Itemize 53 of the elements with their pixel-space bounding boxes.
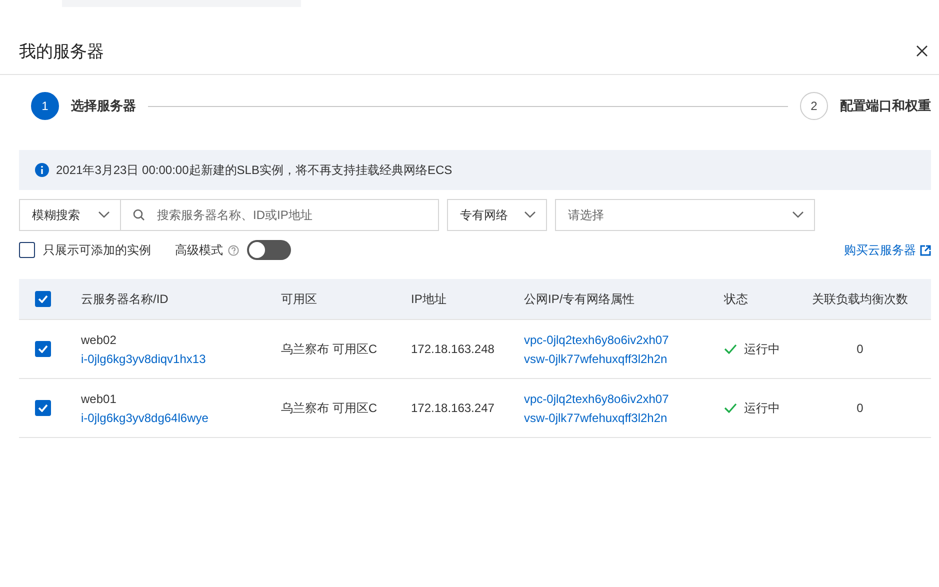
checkbox-label: 只展示可添加的实例 — [43, 242, 151, 258]
info-icon — [35, 163, 49, 177]
step-label: 配置端口和权重 — [840, 97, 931, 115]
ip-cell-text: 172.18.163.247 — [411, 401, 496, 415]
select-all-checkbox[interactable] — [35, 291, 51, 307]
vswitch-link[interactable]: vsw-0jlk77wfehuxqff3l2h2n — [524, 410, 724, 424]
ip-cell-text: 172.18.163.248 — [411, 342, 496, 356]
check-icon — [724, 403, 737, 413]
zone-cell-text: 乌兰察布 可用区C — [281, 400, 378, 416]
zone-cell-text: 乌兰察布 可用区C — [281, 340, 378, 358]
server-name: web02 — [81, 332, 118, 346]
checkmark-icon — [38, 404, 48, 412]
chevron-down-icon — [792, 211, 804, 219]
server-name: web01 — [81, 392, 118, 406]
close-button[interactable] — [914, 43, 930, 59]
column-header: 云服务器名称/ID — [81, 290, 170, 308]
checkbox[interactable] — [19, 242, 35, 258]
column-header: 关联负载均衡次数 — [812, 290, 908, 308]
select-dropdown[interactable]: 请选择 — [555, 199, 815, 231]
instance-id-link[interactable]: i-0jlg6kg3yv8diqv1hx13 — [81, 352, 281, 366]
row-checkbox[interactable] — [35, 341, 51, 357]
status-text: 运行中 — [744, 340, 780, 358]
notice-text: 2021年3月23日 00:00:00起新建的SLB实例，将不再支持挂载经典网络ECS — [56, 162, 452, 178]
dialog-title: 我的服务器 — [19, 40, 104, 62]
check-icon — [724, 344, 737, 354]
count-cell-text: 0 — [856, 401, 864, 415]
chevron-down-icon — [524, 211, 536, 219]
step-number: 2 — [800, 92, 828, 120]
advanced-mode-label: 高级模式 — [175, 242, 223, 258]
column-header: 可用区 — [281, 290, 318, 308]
vpc-link[interactable]: vpc-0jlq2texh6y8o6iv2xh07 — [524, 392, 724, 406]
vswitch-link[interactable]: vsw-0jlk77wfehuxqff3l2h2n — [524, 352, 724, 366]
checkmark-icon — [38, 345, 48, 353]
chevron-down-icon — [98, 211, 110, 219]
buy-link[interactable]: 购买云服务器 — [844, 242, 931, 258]
toggle-switch[interactable] — [247, 240, 291, 260]
column-header: 公网IP/专有网络属性 — [524, 290, 636, 308]
mode-dropdown[interactable]: 模糊搜索 — [19, 199, 121, 231]
instance-id-link[interactable]: i-0jlg6kg3yv8dg64l6wye — [81, 410, 281, 424]
step-number: 1 — [31, 92, 59, 120]
row-checkbox[interactable] — [35, 400, 51, 416]
count-cell-text: 0 — [856, 342, 864, 356]
external-link-icon — [920, 244, 931, 256]
search-icon — [133, 209, 145, 221]
status-text: 运行中 — [744, 400, 780, 416]
vpc-link[interactable]: vpc-0jlq2texh6y8o6iv2xh07 — [524, 332, 724, 346]
step-label: 选择服务器 — [71, 97, 136, 115]
column-header: 状态 — [724, 290, 749, 308]
search-field[interactable]: 搜索服务器名称、ID或IP地址 — [121, 199, 439, 231]
help-icon — [228, 244, 239, 256]
checkmark-icon — [38, 295, 48, 303]
network-dropdown[interactable]: 专有网络 — [447, 199, 547, 231]
column-header: IP地址 — [411, 290, 448, 308]
